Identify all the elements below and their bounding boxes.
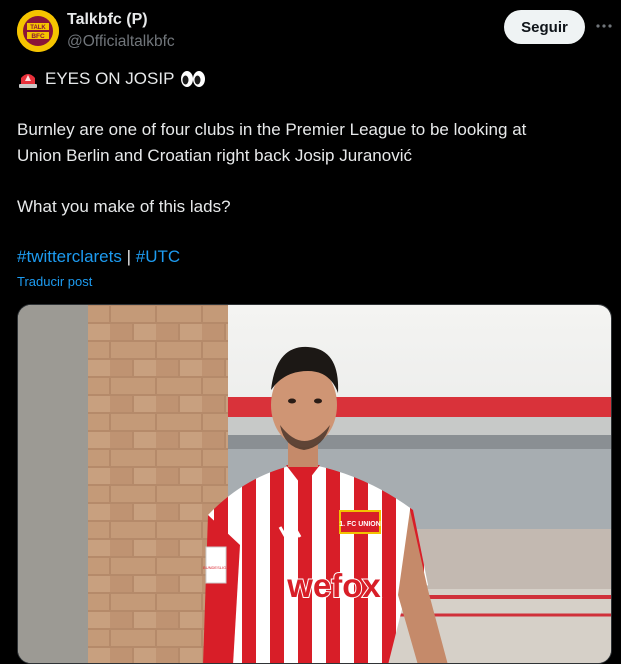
siren-emoji-icon — [19, 74, 37, 88]
hashtag-link[interactable]: #twitterclarets — [17, 247, 122, 266]
tweet-media-image[interactable]: 1. FC UNION BUNDESLIGA wefox — [17, 304, 612, 664]
more-options-button[interactable] — [592, 14, 616, 38]
headline-text: EYES ON JOSIP — [45, 69, 175, 88]
follow-button[interactable]: Seguir — [504, 10, 585, 44]
translate-post-link[interactable]: Traducir post — [17, 274, 92, 289]
sponsor-text: wefox — [286, 567, 381, 604]
author-handle[interactable]: @Officialtalkbfc — [67, 33, 175, 51]
eyes-emoji-icon — [181, 71, 206, 87]
club-badge-text: 1. FC UNION — [339, 521, 381, 528]
tweet-text-line: What you make of this lads? — [17, 197, 231, 216]
svg-text:TALK: TALK — [30, 25, 46, 31]
tweet-hashtags: #twitterclarets | #UTC — [17, 247, 180, 267]
player-photo: 1. FC UNION BUNDESLIGA wefox — [18, 305, 611, 663]
league-patch-text: BUNDESLIGA — [203, 565, 229, 570]
tweet-headline: EYES ON JOSIP — [17, 69, 206, 89]
more-dots-icon — [596, 24, 612, 28]
tweet-text-line: Burnley are one of four clubs in the Pre… — [17, 120, 527, 139]
hashtag-link[interactable]: #UTC — [136, 247, 180, 266]
svg-text:BFC: BFC — [31, 33, 45, 40]
avatar[interactable]: TALK BFC — [17, 10, 59, 52]
hashtag-separator: | — [121, 247, 136, 266]
author-display-name[interactable]: Talkbfc (P) — [67, 11, 148, 29]
talkbfc-logo-icon: TALK BFC — [17, 10, 59, 52]
tweet-text-line: Union Berlin and Croatian right back Jos… — [17, 146, 412, 165]
